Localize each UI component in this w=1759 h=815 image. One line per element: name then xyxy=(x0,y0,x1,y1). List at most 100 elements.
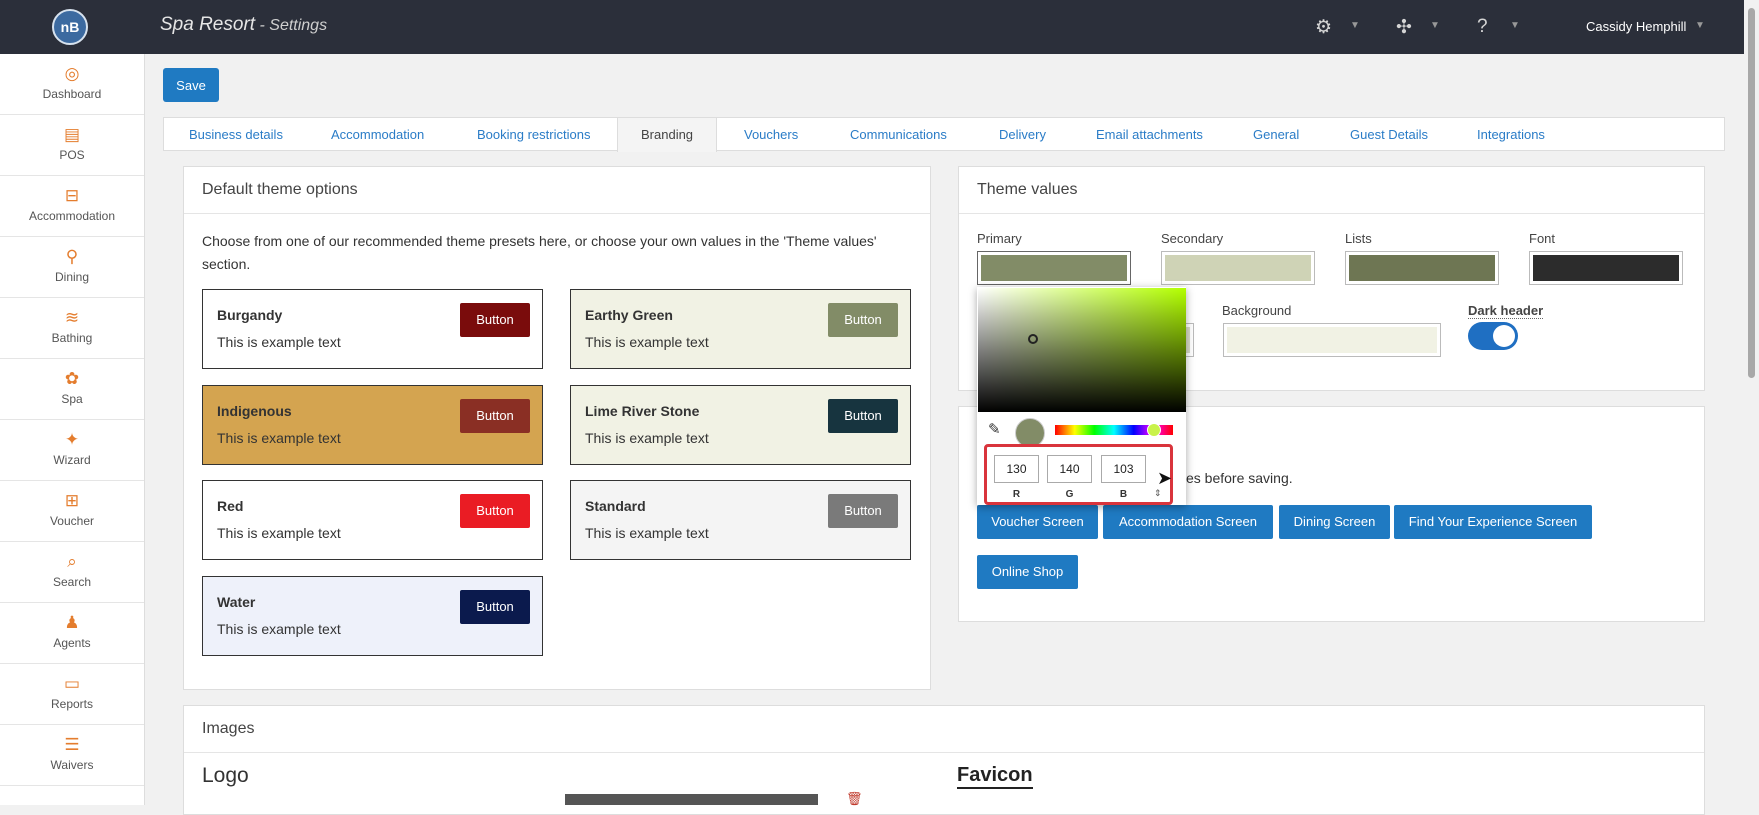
sidebar-item-label: Dining xyxy=(54,270,90,284)
sidebar-item-label: Wizard xyxy=(53,453,91,467)
sidebar-item-reports[interactable]: ▭ Reports xyxy=(0,664,144,725)
app-title-text: Spa Resort xyxy=(160,14,256,35)
tab-general[interactable]: General xyxy=(1253,118,1299,151)
theme-name: Standard xyxy=(585,498,646,514)
theme-card-red[interactable]: Red This is example text Button xyxy=(202,480,543,560)
red-input[interactable] xyxy=(994,455,1039,483)
tab-email-attachments[interactable]: Email attachments xyxy=(1096,118,1203,151)
app-logo[interactable]: nB xyxy=(52,9,88,45)
sidebar-item-agents[interactable]: ♟ Agents xyxy=(0,603,144,664)
dining-icon: ⚲ xyxy=(65,247,79,266)
dashboard-icon: ◎ xyxy=(64,64,80,83)
wand-icon: ✦ xyxy=(64,430,80,449)
chevron-down-icon[interactable]: ▼ xyxy=(1510,20,1520,31)
sidebar-item-waivers[interactable]: ☰ Waivers xyxy=(0,725,144,786)
dark-header-label: Dark header xyxy=(1468,303,1544,319)
saturation-value-area[interactable] xyxy=(978,288,1186,412)
page-scrollbar[interactable] xyxy=(1744,0,1759,805)
green-input[interactable] xyxy=(1047,455,1092,483)
primary-color-input[interactable] xyxy=(977,251,1131,285)
tab-delivery[interactable]: Delivery xyxy=(999,118,1046,151)
tab-accommodation[interactable]: Accommodation xyxy=(331,118,424,151)
sidebar-item-search[interactable]: ⌕ Search xyxy=(0,542,144,603)
find-your-experience-screen-button[interactable]: Find Your Experience Screen xyxy=(1394,505,1592,539)
sidebar-item-dining[interactable]: ⚲ Dining xyxy=(0,237,144,298)
tab-guest-details[interactable]: Guest Details xyxy=(1350,118,1428,151)
waves-icon: ≋ xyxy=(64,308,80,327)
top-header: nB Spa Resort - Settings ⚙ ▼ ✣ ▼ ? ▼ Cas… xyxy=(0,0,1744,54)
red-label: R xyxy=(1012,489,1021,500)
report-icon: ▭ xyxy=(63,674,81,693)
lists-color-input[interactable] xyxy=(1345,251,1499,285)
theme-card-burgandy[interactable]: Burgandy This is example text Button xyxy=(202,289,543,369)
bed-icon: ⊟ xyxy=(64,186,80,205)
tab-business-details[interactable]: Business details xyxy=(189,118,283,151)
integrations-icon[interactable]: ✣ xyxy=(1396,16,1412,39)
sidebar-item-voucher[interactable]: ⊞ Voucher xyxy=(0,481,144,542)
theme-card-earthy-green[interactable]: Earthy Green This is example text Button xyxy=(570,289,911,369)
secondary-color-swatch xyxy=(1165,255,1311,281)
theme-card-lime-river-stone[interactable]: Lime River Stone This is example text Bu… xyxy=(570,385,911,465)
theme-card-indigenous[interactable]: Indigenous This is example text Button xyxy=(202,385,543,465)
theme-example-button[interactable]: Button xyxy=(828,303,898,337)
theme-name: Lime River Stone xyxy=(585,403,700,419)
tab-integrations[interactable]: Integrations xyxy=(1477,118,1545,151)
dark-header-toggle[interactable] xyxy=(1468,322,1518,350)
font-color-swatch xyxy=(1533,255,1679,281)
secondary-color-input[interactable] xyxy=(1161,251,1315,285)
online-shop-button[interactable]: Online Shop xyxy=(977,555,1078,589)
sidebar-item-dashboard[interactable]: ◎ Dashboard xyxy=(0,54,144,115)
tab-communications[interactable]: Communications xyxy=(850,118,947,151)
background-color-input[interactable] xyxy=(1223,323,1441,357)
tab-vouchers[interactable]: Vouchers xyxy=(744,118,798,151)
theme-example-button[interactable]: Button xyxy=(460,590,530,624)
theme-example-button[interactable]: Button xyxy=(460,303,530,337)
sidebar-item-spa[interactable]: ✿ Spa xyxy=(0,359,144,420)
chevron-down-icon[interactable]: ▼ xyxy=(1695,20,1705,31)
format-toggle-icon[interactable]: ⇕ xyxy=(1154,488,1162,499)
scrollbar-thumb[interactable] xyxy=(1748,8,1755,378)
sidebar-item-label: Search xyxy=(52,575,92,589)
theme-example-text: This is example text xyxy=(585,334,709,350)
theme-name: Red xyxy=(217,498,244,514)
eyedropper-icon[interactable]: ✎ xyxy=(988,420,1001,438)
page-title: Spa Resort - Settings xyxy=(160,14,327,36)
theme-example-button[interactable]: Button xyxy=(828,399,898,433)
theme-example-button[interactable]: Button xyxy=(460,399,530,433)
tab-branding[interactable]: Branding xyxy=(617,118,718,152)
chevron-down-icon[interactable]: ▼ xyxy=(1350,20,1360,31)
theme-example-text: This is example text xyxy=(217,621,341,637)
voucher-screen-button[interactable]: Voucher Screen xyxy=(977,505,1098,539)
sidebar-item-bathing[interactable]: ≋ Bathing xyxy=(0,298,144,359)
background-label: Background xyxy=(1222,303,1292,318)
theme-name: Burgandy xyxy=(217,307,283,323)
gift-icon: ⊞ xyxy=(64,491,80,510)
theme-example-button[interactable]: Button xyxy=(460,494,530,528)
sidebar-item-pos[interactable]: ▤ POS xyxy=(0,115,144,176)
sidebar-item-label: Reports xyxy=(50,697,94,711)
font-label: Font xyxy=(1529,231,1556,246)
primary-color-swatch xyxy=(981,255,1127,281)
user-menu[interactable]: Cassidy Hemphill xyxy=(1586,19,1686,34)
tab-booking-restrictions[interactable]: Booking restrictions xyxy=(477,118,590,151)
dining-screen-button[interactable]: Dining Screen xyxy=(1279,505,1390,539)
saturation-cursor[interactable] xyxy=(1028,334,1038,344)
font-color-input[interactable] xyxy=(1529,251,1683,285)
settings-icon[interactable]: ⚙ xyxy=(1315,16,1332,39)
blue-input[interactable] xyxy=(1101,455,1146,483)
theme-description: Choose from one of our recommended theme… xyxy=(202,233,877,272)
logo-preview-image xyxy=(565,794,818,805)
help-icon[interactable]: ? xyxy=(1477,16,1488,38)
save-button[interactable]: Save xyxy=(163,68,219,102)
settings-tabs: Business details Accommodation Booking r… xyxy=(163,117,1725,152)
theme-example-button[interactable]: Button xyxy=(828,494,898,528)
chevron-down-icon[interactable]: ▼ xyxy=(1430,20,1440,31)
accommodation-screen-button[interactable]: Accommodation Screen xyxy=(1103,505,1273,539)
secondary-label: Secondary xyxy=(1161,231,1224,246)
theme-card-water[interactable]: Water This is example text Button xyxy=(202,576,543,656)
sidebar-item-wizard[interactable]: ✦ Wizard xyxy=(0,420,144,481)
hue-slider-thumb[interactable] xyxy=(1147,423,1161,437)
theme-card-standard[interactable]: Standard This is example text Button xyxy=(570,480,911,560)
favicon-heading: Favicon xyxy=(957,764,1033,789)
sidebar-item-accommodation[interactable]: ⊟ Accommodation xyxy=(0,176,144,237)
